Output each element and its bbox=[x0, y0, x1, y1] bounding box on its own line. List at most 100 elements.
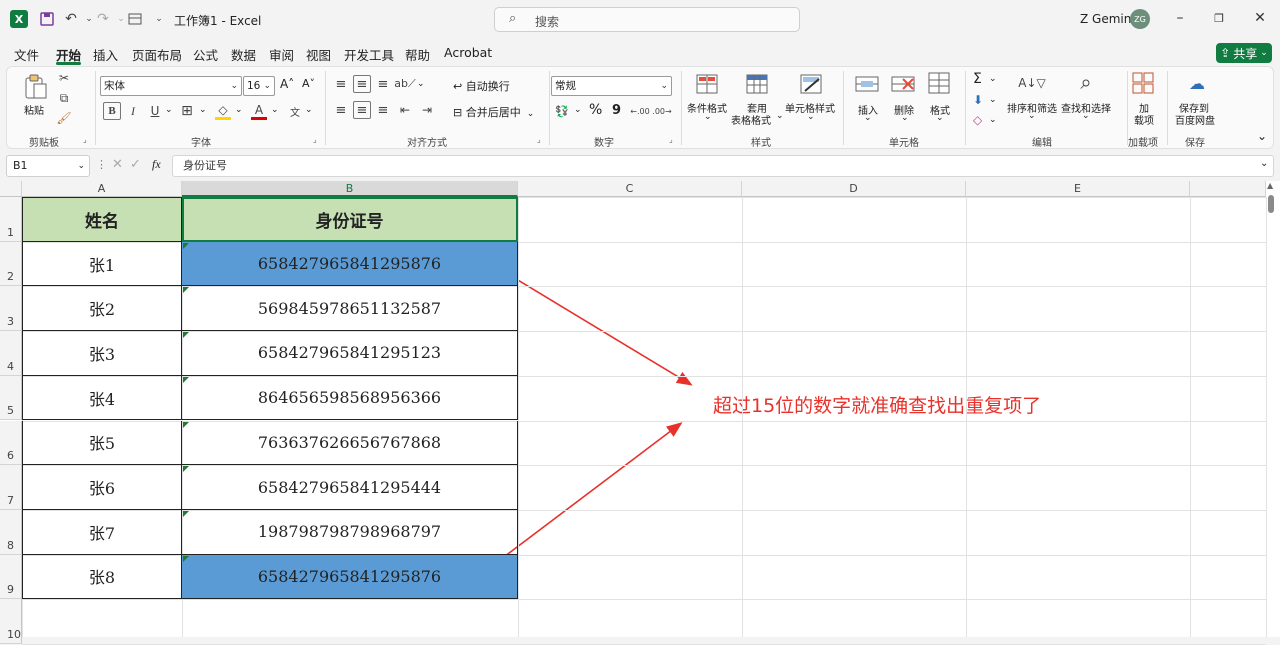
align-right-icon[interactable]: ≡ bbox=[375, 102, 391, 118]
chevron-down-icon[interactable]: ⌄ bbox=[235, 105, 243, 115]
duplicate-id-cell[interactable]: 658427965841295876 bbox=[182, 241, 518, 287]
wrap-text-button[interactable]: ↩ 自动换行 bbox=[453, 78, 510, 94]
row-header-9[interactable]: 9 bbox=[0, 554, 22, 600]
currency-icon[interactable]: 💱 bbox=[553, 102, 571, 120]
row-header-4[interactable]: 4 bbox=[0, 331, 22, 376]
tab-insert[interactable]: 插入 bbox=[93, 45, 118, 64]
redo-icon[interactable]: ↷ bbox=[94, 10, 112, 28]
number-format-select[interactable]: 常规 ⌄ bbox=[551, 76, 672, 96]
decrease-decimal-icon[interactable]: .00→ bbox=[652, 102, 671, 120]
addins-icon[interactable] bbox=[1131, 71, 1155, 95]
cancel-icon[interactable]: ✕ bbox=[112, 157, 123, 172]
orientation-icon[interactable]: ab⟋ bbox=[394, 76, 415, 92]
row-header-10[interactable]: 10 bbox=[0, 599, 22, 644]
form-icon[interactable] bbox=[126, 10, 144, 28]
tab-view[interactable]: 视图 bbox=[306, 45, 331, 64]
formula-input[interactable]: 身份证号 bbox=[172, 155, 1274, 177]
id-cell[interactable]: 658427965841295444 bbox=[182, 465, 518, 510]
underline-button[interactable]: U bbox=[147, 102, 163, 120]
tab-data[interactable]: 数据 bbox=[231, 45, 256, 64]
tab-developer[interactable]: 开发工具 bbox=[344, 45, 394, 64]
row-header-6[interactable]: 6 bbox=[0, 420, 22, 466]
name-cell[interactable]: 张3 bbox=[22, 331, 182, 376]
minimize-icon[interactable]: – bbox=[1170, 10, 1190, 26]
increase-decimal-icon[interactable]: ←.00 bbox=[630, 102, 649, 120]
chevron-down-icon[interactable]: ⌄ bbox=[704, 112, 712, 122]
name-box[interactable]: B1 ⌄ bbox=[6, 155, 90, 177]
insert-function-button[interactable]: fx bbox=[152, 157, 161, 172]
column-header-f[interactable] bbox=[1190, 181, 1266, 197]
id-cell[interactable]: 763637626656767868 bbox=[182, 420, 518, 466]
chevron-down-icon[interactable]: ⌄ bbox=[1082, 111, 1090, 121]
tab-formulas[interactable]: 公式 bbox=[193, 45, 218, 64]
fill-color-icon[interactable]: ◇ bbox=[215, 102, 231, 120]
id-cell[interactable]: 658427965841295123 bbox=[182, 331, 518, 376]
increase-font-icon[interactable]: A˄ bbox=[280, 77, 294, 91]
row-header-1[interactable]: 1 bbox=[0, 197, 22, 242]
cut-icon[interactable]: ✂ bbox=[57, 71, 71, 85]
confirm-icon[interactable]: ✓ bbox=[130, 157, 141, 172]
share-button[interactable]: ⇪ 共享 ⌄ bbox=[1216, 43, 1272, 63]
chevron-down-icon[interactable]: ⌄ bbox=[989, 74, 997, 84]
tab-home[interactable]: 开始 bbox=[56, 45, 82, 65]
italic-button[interactable]: I bbox=[125, 102, 141, 120]
border-icon[interactable]: ⊞ bbox=[179, 102, 195, 120]
name-cell[interactable]: 张1 bbox=[22, 241, 182, 287]
chevron-down-icon[interactable]: ⌄ bbox=[165, 105, 173, 115]
column-header-e[interactable]: E bbox=[966, 181, 1190, 197]
comma-style-button[interactable]: 9 bbox=[612, 103, 621, 118]
tab-acrobat[interactable]: Acrobat bbox=[444, 45, 492, 60]
dialog-launcher-icon[interactable]: ⌟ bbox=[313, 135, 317, 144]
find-icon[interactable]: ⌕ bbox=[1073, 69, 1099, 95]
copy-icon[interactable]: ⧉ bbox=[57, 91, 71, 105]
bold-button[interactable]: B bbox=[103, 102, 121, 120]
row-header-8[interactable]: 8 bbox=[0, 509, 22, 555]
save-to-baidu-button[interactable]: 百度网盘 bbox=[1175, 112, 1215, 127]
chevron-down-icon[interactable]: ⌄ bbox=[305, 105, 313, 115]
baidu-cloud-icon[interactable]: ☁ bbox=[1185, 73, 1209, 93]
collapse-ribbon-icon[interactable]: ⌄ bbox=[1257, 129, 1267, 143]
font-color-icon[interactable]: A bbox=[251, 102, 267, 120]
format-painter-icon[interactable]: 🖌 bbox=[56, 111, 71, 125]
phonetic-icon[interactable]: 文 bbox=[287, 102, 303, 120]
save-icon[interactable] bbox=[38, 10, 56, 28]
increase-indent-icon[interactable]: ⇥ bbox=[419, 102, 435, 118]
header-cell-id[interactable]: 身份证号 bbox=[182, 197, 518, 242]
conditional-format-icon[interactable] bbox=[695, 73, 719, 95]
chevron-down-icon[interactable]: ⌄ bbox=[271, 105, 279, 115]
chevron-down-icon[interactable]: ⌄ bbox=[1028, 111, 1036, 121]
row-header-2[interactable]: 2 bbox=[0, 241, 22, 287]
restore-icon[interactable]: ❐ bbox=[1209, 12, 1229, 25]
format-as-table-icon[interactable] bbox=[745, 73, 769, 95]
insert-cells-icon[interactable] bbox=[855, 73, 879, 95]
format-as-table-button[interactable]: 表格格式 bbox=[731, 112, 771, 127]
name-cell[interactable]: 张5 bbox=[22, 420, 182, 466]
autosum-icon[interactable]: Σ bbox=[973, 71, 982, 87]
avatar[interactable]: ZG bbox=[1130, 9, 1150, 29]
fill-icon[interactable]: ⬇ bbox=[973, 93, 983, 107]
name-cell[interactable]: 张8 bbox=[22, 554, 182, 600]
cell-styles-icon[interactable] bbox=[799, 73, 823, 95]
id-cell[interactable]: 864656598568956366 bbox=[182, 375, 518, 421]
tab-file[interactable]: 文件 bbox=[14, 45, 39, 64]
delete-cells-icon[interactable] bbox=[891, 73, 915, 95]
sort-filter-icon[interactable]: A↓▽ bbox=[1017, 71, 1047, 95]
chevron-down-icon[interactable]: ⌄ bbox=[417, 79, 425, 89]
name-cell[interactable]: 张7 bbox=[22, 509, 182, 555]
name-cell[interactable]: 张2 bbox=[22, 286, 182, 332]
tab-help[interactable]: 帮助 bbox=[405, 45, 430, 64]
align-center-icon[interactable]: ≡ bbox=[353, 101, 371, 119]
chevron-down-icon[interactable]: ⌄ bbox=[989, 115, 997, 125]
vertical-scrollbar[interactable]: ▲ bbox=[1266, 181, 1276, 633]
chevron-down-icon[interactable]: ⌄ bbox=[864, 113, 872, 123]
align-left-icon[interactable]: ≡ bbox=[333, 102, 349, 118]
expand-formula-icon[interactable]: ⌄ bbox=[1260, 158, 1268, 169]
clear-icon[interactable]: ◇ bbox=[973, 113, 982, 127]
row-header-7[interactable]: 7 bbox=[0, 465, 22, 510]
paste-button[interactable]: 粘贴 bbox=[24, 102, 44, 117]
chevron-down-icon[interactable]: ⌄ bbox=[901, 113, 909, 123]
row-header-5[interactable]: 5 bbox=[0, 375, 22, 421]
dialog-launcher-icon[interactable]: ⌟ bbox=[669, 135, 673, 144]
column-header-a[interactable]: A bbox=[22, 181, 182, 197]
row-header-3[interactable]: 3 bbox=[0, 286, 22, 332]
